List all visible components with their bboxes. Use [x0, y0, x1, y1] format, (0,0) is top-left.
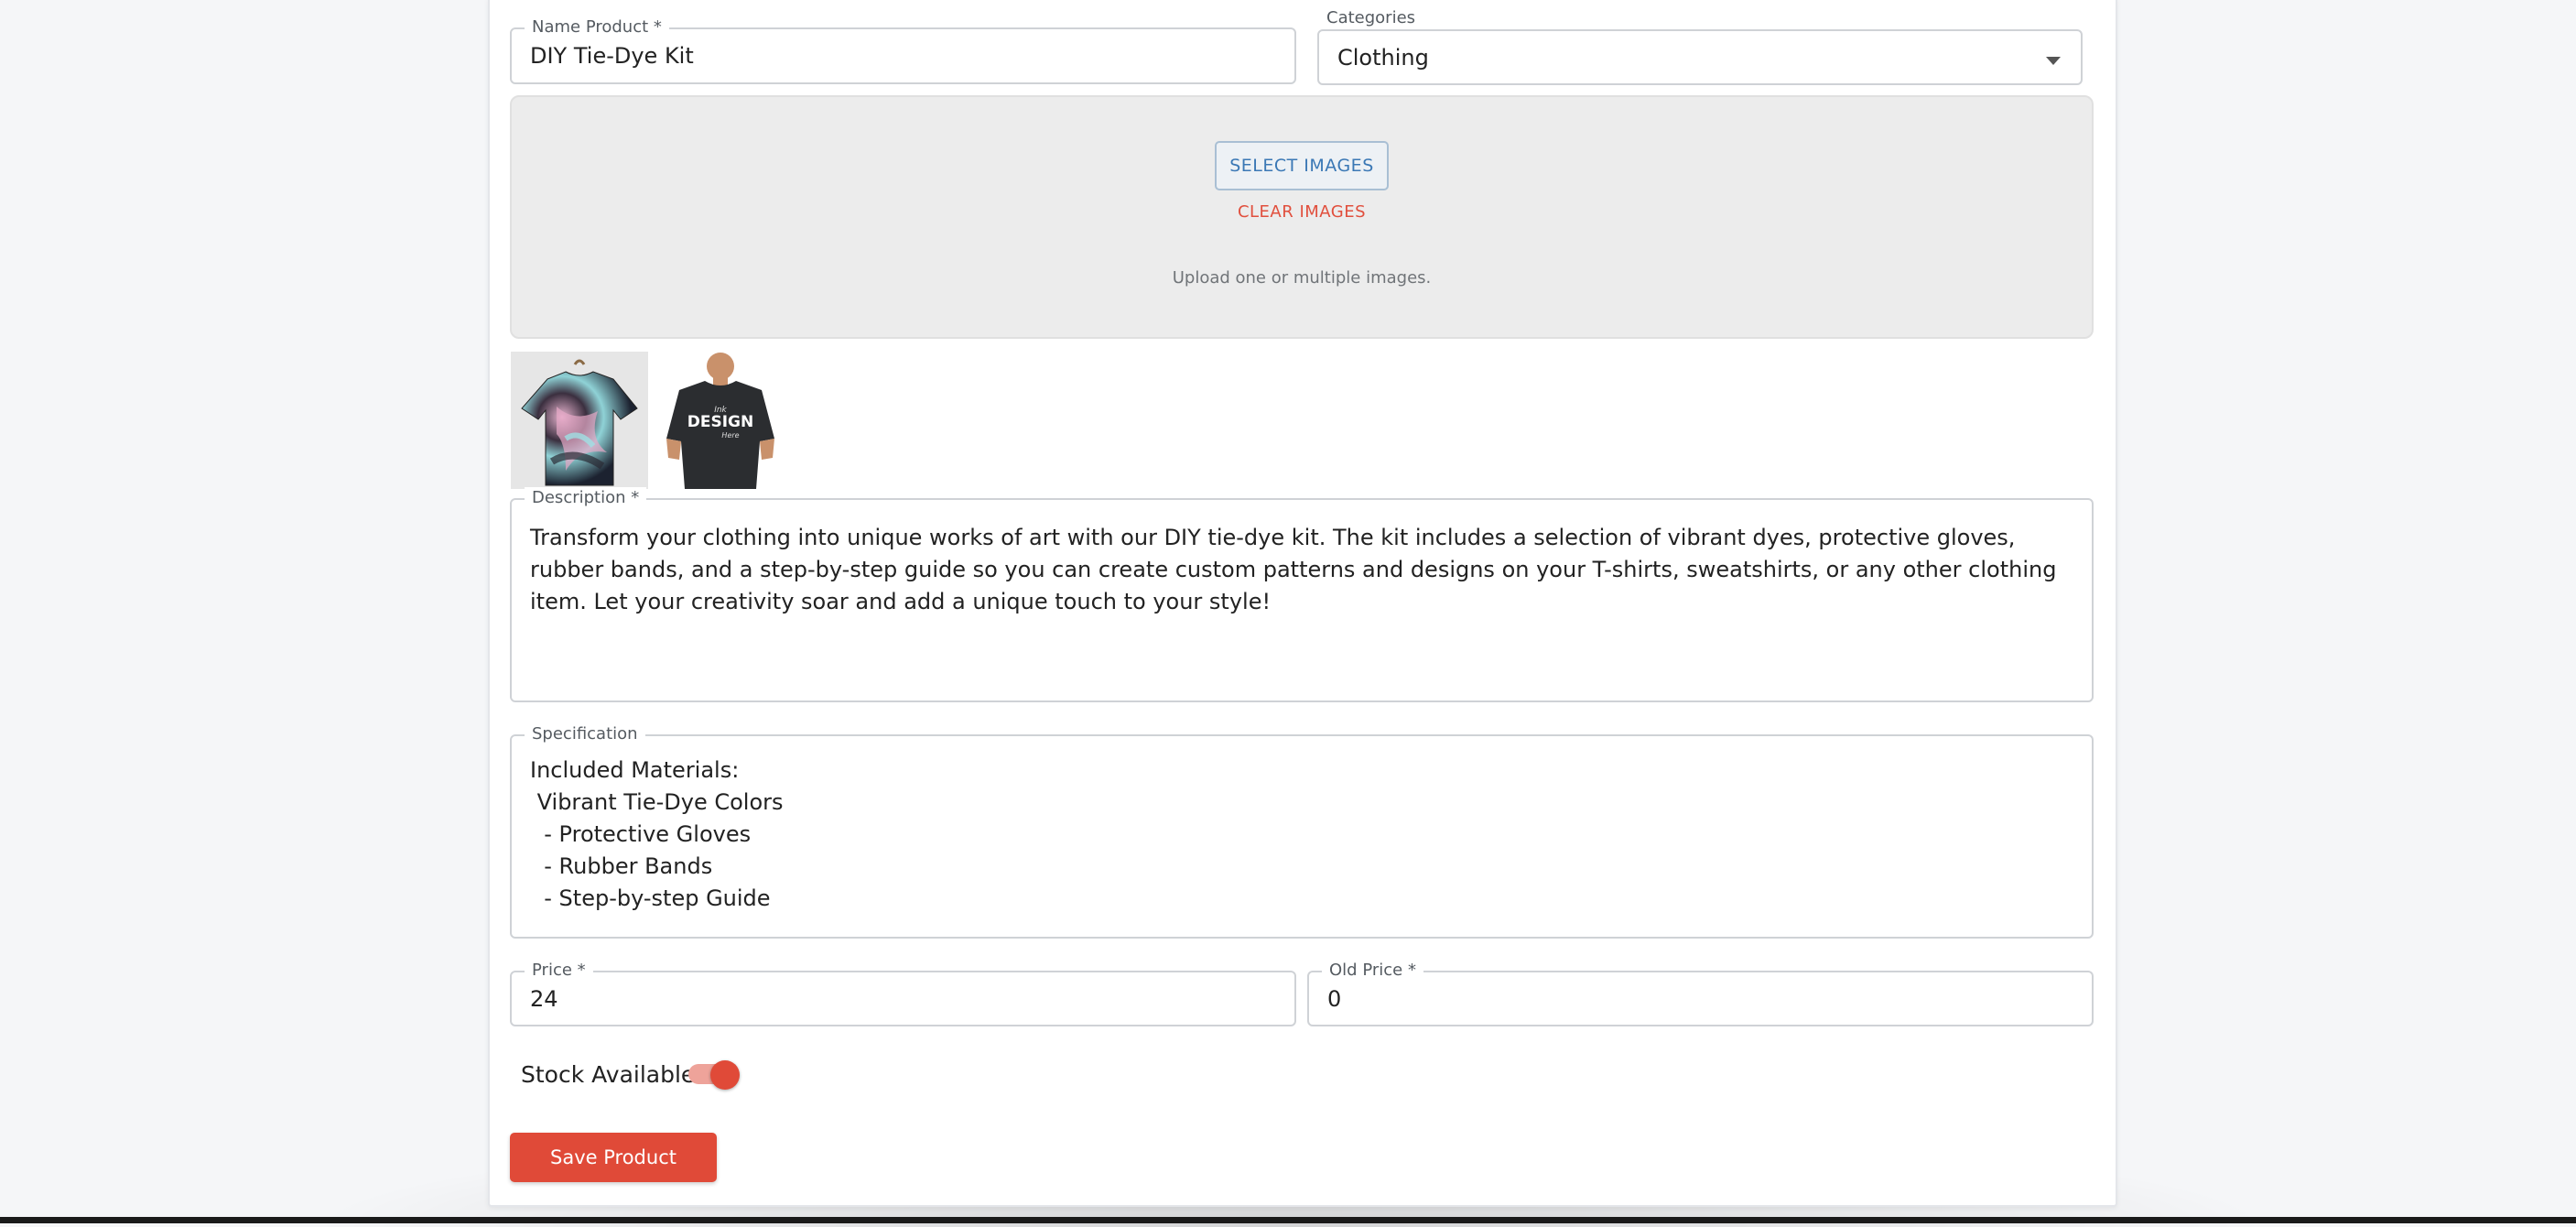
page-bottom-bar	[0, 1217, 2576, 1223]
stock-toggle-thumb[interactable]	[710, 1060, 740, 1090]
price-field[interactable]: Price * 24	[510, 960, 1296, 1026]
shirt-design-text: DESIGN	[687, 413, 753, 431]
svg-text:Here: Here	[721, 431, 739, 440]
design-tshirt-thumbnail[interactable]: Ink DESIGN Here	[652, 352, 789, 489]
old-price-field[interactable]: Old Price * 0	[1307, 960, 2094, 1026]
description-textarea[interactable]: Description * Transform your clothing in…	[510, 487, 2094, 702]
upload-hint: Upload one or multiple images.	[1172, 267, 1432, 288]
categories-select[interactable]: Categories Clothing	[1317, 7, 2083, 85]
clear-images-button[interactable]: CLEAR IMAGES	[1215, 198, 1389, 225]
old-price-value: 0	[1327, 985, 1342, 1012]
specification-textarea[interactable]: Specification Included Materials: Vibran…	[510, 723, 2094, 939]
name-product-field[interactable]: Name Product * DIY Tie-Dye Kit	[510, 16, 1296, 84]
description-label: Description *	[525, 487, 647, 509]
tie-dye-shirt-image	[521, 359, 638, 486]
select-images-button[interactable]: SELECT IMAGES	[1215, 141, 1389, 190]
price-value: 24	[530, 985, 558, 1012]
tie-dye-shirt-thumbnail[interactable]	[511, 352, 648, 489]
categories-label: Categories	[1319, 7, 1423, 29]
stock-available-label: Stock Available	[521, 1060, 696, 1088]
specification-value: Included Materials: Vibrant Tie-Dye Colo…	[530, 757, 784, 911]
description-value: Transform your clothing into unique work…	[530, 525, 2064, 614]
save-product-button[interactable]: Save Product	[510, 1133, 717, 1182]
specification-label: Specification	[525, 723, 645, 745]
chevron-down-icon	[2046, 57, 2061, 65]
name-product-value: DIY Tie-Dye Kit	[530, 43, 694, 69]
categories-value: Clothing	[1337, 44, 1429, 71]
design-tshirt-image: Ink DESIGN Here	[666, 353, 774, 489]
